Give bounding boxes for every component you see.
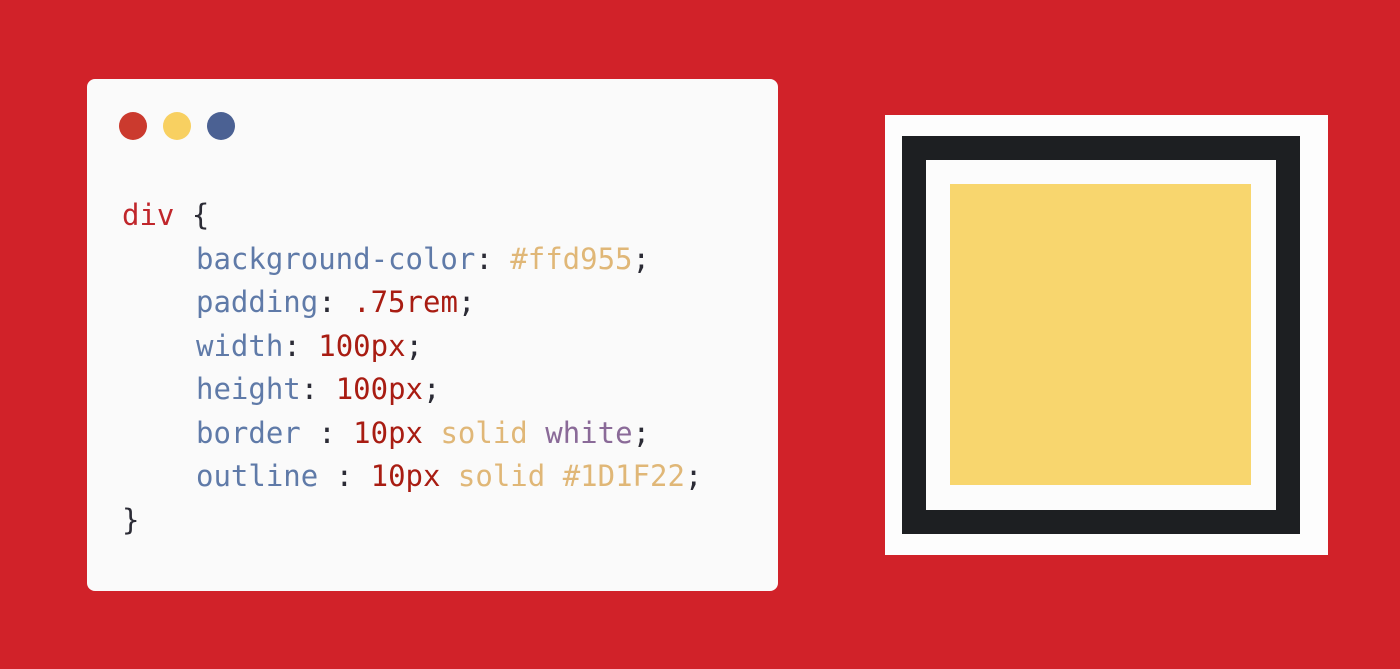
css-value: solid: [457, 459, 546, 493]
css-property: padding: [196, 285, 319, 319]
code-line-declaration: outline : 10px solid #1D1F22;: [122, 455, 702, 499]
colon: :: [318, 285, 354, 319]
code-line-declaration: background-color: #ffd955;: [122, 238, 702, 282]
code-line-selector: div {: [122, 194, 702, 238]
open-brace: {: [191, 198, 210, 232]
css-value: solid: [440, 415, 528, 450]
colon: :: [300, 372, 336, 406]
semicolon: ;: [405, 328, 424, 363]
css-property: background-color: [196, 241, 476, 276]
close-brace: }: [122, 502, 140, 537]
colon: :: [283, 328, 319, 363]
code-line-declaration: padding: .75rem;: [122, 281, 702, 325]
semicolon: ;: [423, 372, 441, 406]
css-value: 100px: [335, 372, 423, 406]
colon: :: [318, 459, 371, 493]
css-value: 10px: [353, 415, 423, 450]
css-value: #ffd955: [510, 241, 633, 276]
yellow-dot: [163, 112, 191, 140]
colon: :: [300, 415, 354, 450]
code-line-declaration: height: 100px;: [122, 368, 702, 412]
css-property: outline: [196, 459, 319, 493]
colon: :: [475, 241, 511, 276]
red-dot: [119, 112, 147, 140]
css-selector: div: [122, 198, 175, 232]
css-value: 10px: [370, 459, 441, 493]
css-value: 100px: [318, 328, 406, 363]
semicolon: ;: [684, 459, 703, 493]
semicolon: ;: [457, 285, 476, 319]
preview-fill: [950, 184, 1251, 485]
css-property: border: [196, 415, 301, 450]
css-value: #1D1F22: [562, 459, 685, 493]
css-value: white: [545, 415, 633, 450]
semicolon: ;: [632, 241, 650, 276]
code-line-declaration: border : 10px solid white;: [122, 412, 702, 456]
css-code-block: div {background-color: #ffd955; padding: …: [122, 194, 702, 542]
css-value: .75rem: [353, 285, 458, 319]
blue-dot: [207, 112, 235, 140]
semicolon: ;: [632, 415, 651, 450]
code-line-declaration: width: 100px;: [122, 325, 702, 369]
window-controls: [119, 112, 235, 140]
css-property: height: [196, 372, 301, 406]
code-line-close: }: [122, 499, 702, 543]
css-property: width: [196, 328, 284, 363]
